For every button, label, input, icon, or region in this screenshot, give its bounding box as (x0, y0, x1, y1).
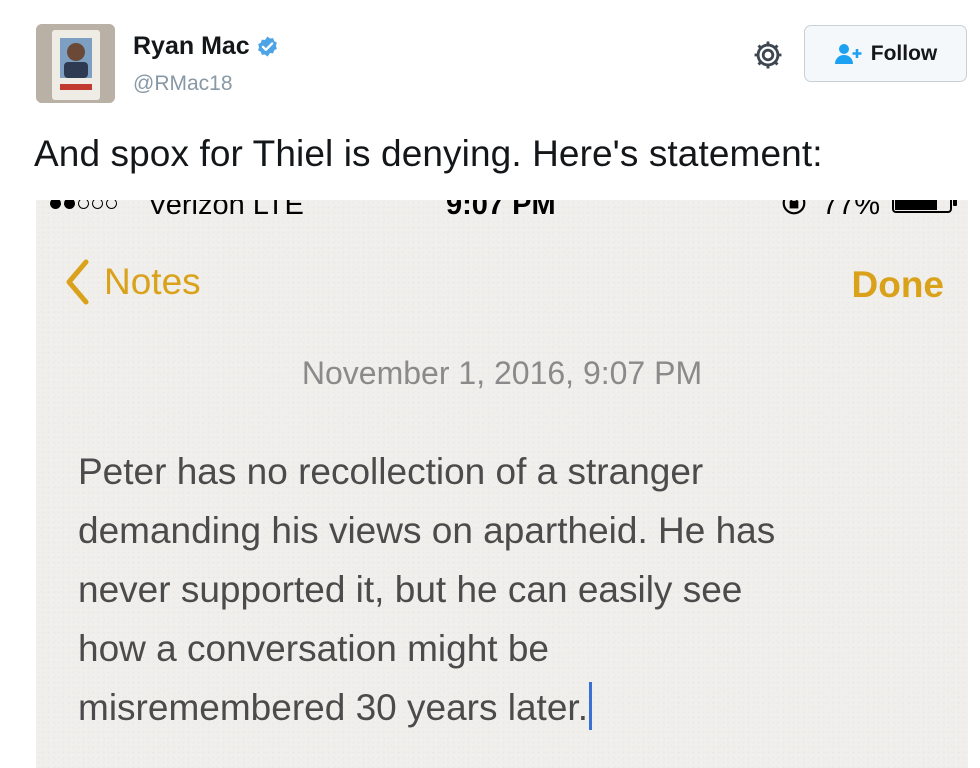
back-label: Notes (104, 261, 201, 302)
attached-photo[interactable]: Verizon LTE 9:07 PM 77% Notes Done Novem… (36, 200, 968, 768)
status-bar: Verizon LTE 9:07 PM 77% (36, 200, 968, 222)
user-name[interactable]: Ryan Mac (133, 32, 250, 61)
user-name-row[interactable]: Ryan Mac (133, 32, 279, 61)
follow-button[interactable]: Follow (804, 25, 967, 82)
note-line-last: misremembered 30 years later. (78, 678, 938, 737)
tweet-text: And spox for Thiel is denying. Here's st… (34, 133, 823, 174)
note-line: demanding his views on apartheid. He has (78, 510, 776, 551)
orientation-lock-icon (782, 200, 806, 215)
note-date: November 1, 2016, 9:07 PM (301, 355, 703, 391)
back-to-notes-button[interactable]: Notes (64, 258, 201, 306)
note-line: how a conversation might be (78, 628, 549, 669)
chevron-left-icon (66, 259, 89, 305)
done-button[interactable]: Done (852, 264, 945, 306)
add-user-icon (834, 43, 862, 64)
gear-icon[interactable] (751, 38, 785, 72)
signal-strength-icon (50, 200, 117, 209)
follow-label: Follow (870, 41, 938, 65)
verified-badge-icon (257, 36, 277, 57)
text-cursor (588, 682, 592, 730)
battery-percent: 77% (822, 200, 881, 221)
avatar[interactable] (36, 24, 115, 103)
battery-icon (892, 200, 957, 213)
note-line: Peter has no recollection of a stranger (78, 451, 704, 492)
status-time: 9:07 PM (446, 200, 556, 221)
avatar-photo (36, 24, 115, 103)
note-line: misremembered 30 years later. (78, 687, 588, 728)
note-body[interactable]: Peter has no recollection of a stranger … (78, 442, 938, 737)
user-handle[interactable]: @RMac18 (133, 72, 233, 96)
note-line: never supported it, but he can easily se… (78, 569, 743, 610)
carrier-label: Verizon LTE (148, 200, 304, 221)
